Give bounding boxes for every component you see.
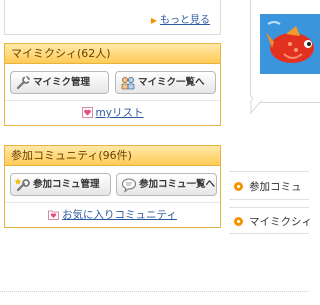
profile-bubble [250,0,320,103]
people-icon [121,77,135,90]
mymixi-manage-button[interactable]: マイミク管理 [10,71,109,94]
right-community-label: 参加コミュ [249,181,302,193]
bubble-tail [250,100,263,114]
wrench-star-icon [15,178,30,192]
fish-image-icon [260,14,320,74]
avatar[interactable] [260,14,320,74]
mymixi-list-label: マイミク一覧へ [138,77,205,88]
heart-doc-icon [81,107,93,118]
wrench-icon [16,75,31,90]
divider [229,199,309,200]
bullet-circle-icon [234,217,243,226]
favorites-row: お気に入りコミュニティ [5,203,220,227]
mymixi-manage-label: マイミク管理 [33,77,91,88]
speech-bubble-icon [121,178,137,193]
bullet-circle-icon [234,182,243,191]
mylist-link[interactable]: myリスト [96,107,144,119]
arrow-right-icon: ▶ [150,16,157,25]
more-link[interactable]: ▶ もっと見る [151,11,210,26]
community-list-label: 参加コミュ一覧へ [139,179,216,190]
community-manage-label: 参加コミュ管理 [33,179,100,190]
mylist-row: myリスト [5,101,220,125]
community-header: 参加コミュニティ(96件) [5,146,220,166]
more-link-label: もっと見る [160,15,210,26]
right-mymixi-link[interactable]: マイミクシィ [234,214,312,229]
community-manage-button[interactable]: 参加コミュ管理 [10,173,111,196]
mymixi-header: マイミクシィ(62人) [5,44,220,64]
community-button-row: 参加コミュ管理 参加コミュ一覧へ [5,166,220,203]
divider [229,171,309,172]
community-section: 参加コミュニティ(96件) 参加コミュ管理 参加コミュ一覧へ お気に入りコミュニ… [4,145,221,228]
community-list-button[interactable]: 参加コミュ一覧へ [116,173,217,196]
favorites-link[interactable]: お気に入りコミュニティ [62,209,177,221]
more-box: ▶ もっと見る [4,0,221,35]
right-community-link[interactable]: 参加コミュ [234,179,302,194]
mymixi-section: マイミクシィ(62人) マイミク管理 マイミク一覧へ myリスト [4,43,221,126]
divider [229,233,309,234]
mymixi-button-row: マイミク管理 マイミク一覧へ [5,64,220,101]
heart-folder-icon [48,210,60,220]
divider [229,207,309,208]
mymixi-list-button[interactable]: マイミク一覧へ [115,71,216,94]
right-mymixi-label: マイミクシィ [249,216,312,228]
bottom-divider [0,291,309,292]
